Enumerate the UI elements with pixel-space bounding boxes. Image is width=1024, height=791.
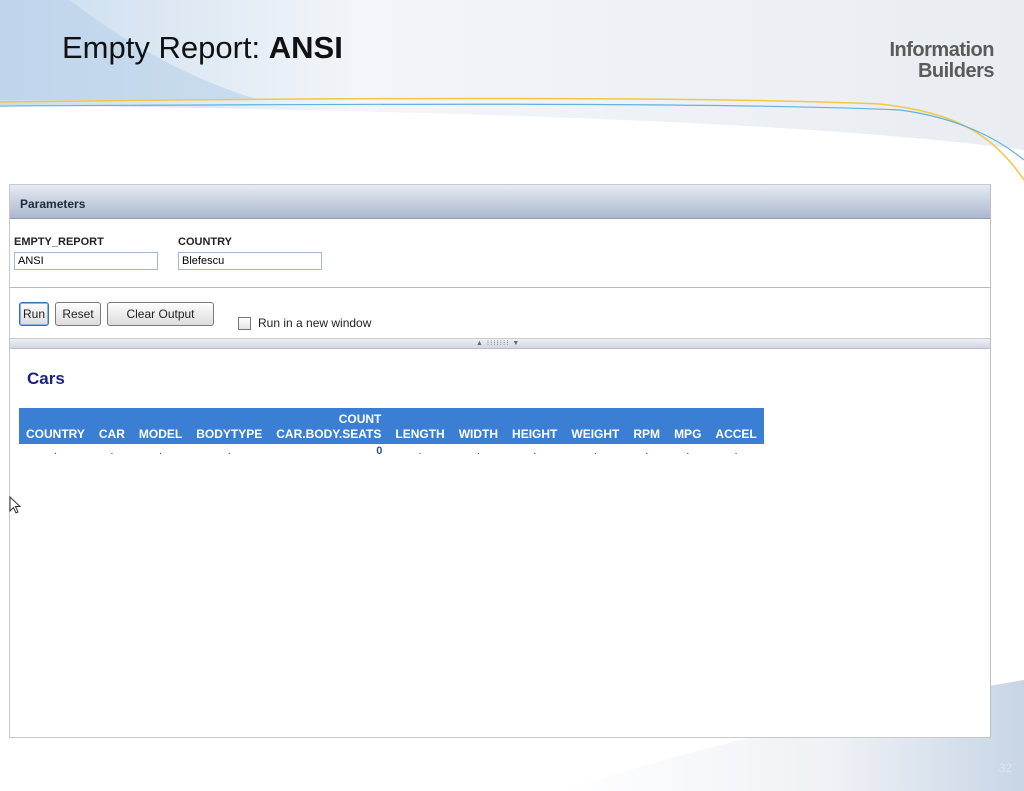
cell-mpg: . — [686, 445, 690, 457]
cell-length: . — [418, 445, 422, 457]
logo-line-1: Information — [889, 39, 995, 61]
clear-output-button[interactable]: Clear Output — [107, 302, 214, 326]
run-new-window-option[interactable]: Run in a new window — [238, 316, 371, 330]
run-new-window-checkbox[interactable] — [238, 316, 251, 330]
action-row: Run Reset Clear Output Run in a new wind… — [10, 288, 990, 338]
cell-car: . — [110, 445, 114, 457]
mouse-pointer-icon — [9, 496, 22, 514]
col-car: CAR — [91, 408, 132, 444]
col-width: WIDTH — [451, 408, 506, 444]
param-country-label: COUNTRY — [178, 236, 232, 248]
report-title: Cars — [27, 369, 65, 388]
param-country: COUNTRY — [178, 236, 322, 270]
col-weight: WEIGHT — [564, 408, 627, 444]
col-length: LENGTH — [388, 408, 452, 444]
information-builders-logo: Information Builders — [890, 40, 995, 82]
parameters-header: Parameters — [10, 185, 990, 219]
parameters-row: EMPTY_REPORT COUNTRY — [10, 219, 990, 288]
param-empty-report-label: EMPTY_REPORT — [14, 236, 104, 248]
run-button[interactable]: Run — [19, 302, 49, 326]
cell-rpm: . — [645, 445, 649, 457]
slide-number: 32 — [998, 761, 1012, 775]
report-header-row: COUNTRY CAR MODEL BODYTYPE COUNT CAR.BODY… — [19, 408, 764, 444]
cell-height: . — [533, 445, 537, 457]
param-empty-report: EMPTY_REPORT — [14, 236, 158, 270]
slide-title: Empty Report: ANSI — [62, 30, 343, 65]
col-country: COUNTRY — [19, 408, 92, 444]
cell-model: . — [159, 445, 163, 457]
run-new-window-label: Run in a new window — [258, 316, 372, 330]
col-accel: ACCEL — [708, 408, 764, 444]
cell-width: . — [476, 445, 480, 457]
col-mpg: MPG — [667, 408, 709, 444]
cell-country: . — [53, 445, 57, 457]
country-input[interactable] — [178, 252, 322, 270]
table-row: . . . . 0 . . . . . . . — [19, 444, 764, 458]
cell-accel: . — [734, 445, 738, 457]
splitter-grip-icon: ▲ ⁝⁝⁝⁝⁝⁝⁝ ▼ — [476, 340, 521, 347]
empty-report-input[interactable] — [14, 252, 158, 270]
col-count-seats: COUNT CAR.BODY.SEATS — [269, 408, 389, 444]
panel-splitter[interactable]: ▲ ⁝⁝⁝⁝⁝⁝⁝ ▼ — [10, 338, 990, 349]
logo-line-2: Builders — [917, 60, 995, 82]
col-height: HEIGHT — [505, 408, 565, 444]
reset-button[interactable]: Reset — [55, 302, 101, 326]
report-table: COUNTRY CAR MODEL BODYTYPE COUNT CAR.BODY… — [19, 408, 764, 458]
cell-count-seats: 0 — [376, 445, 383, 457]
col-bodytype: BODYTYPE — [189, 408, 270, 444]
cell-weight: . — [593, 445, 597, 457]
col-rpm: RPM — [626, 408, 668, 444]
report-app-panel: Parameters EMPTY_REPORT COUNTRY Run Rese… — [9, 184, 991, 738]
cell-bodytype: . — [227, 445, 231, 457]
col-model: MODEL — [131, 408, 190, 444]
